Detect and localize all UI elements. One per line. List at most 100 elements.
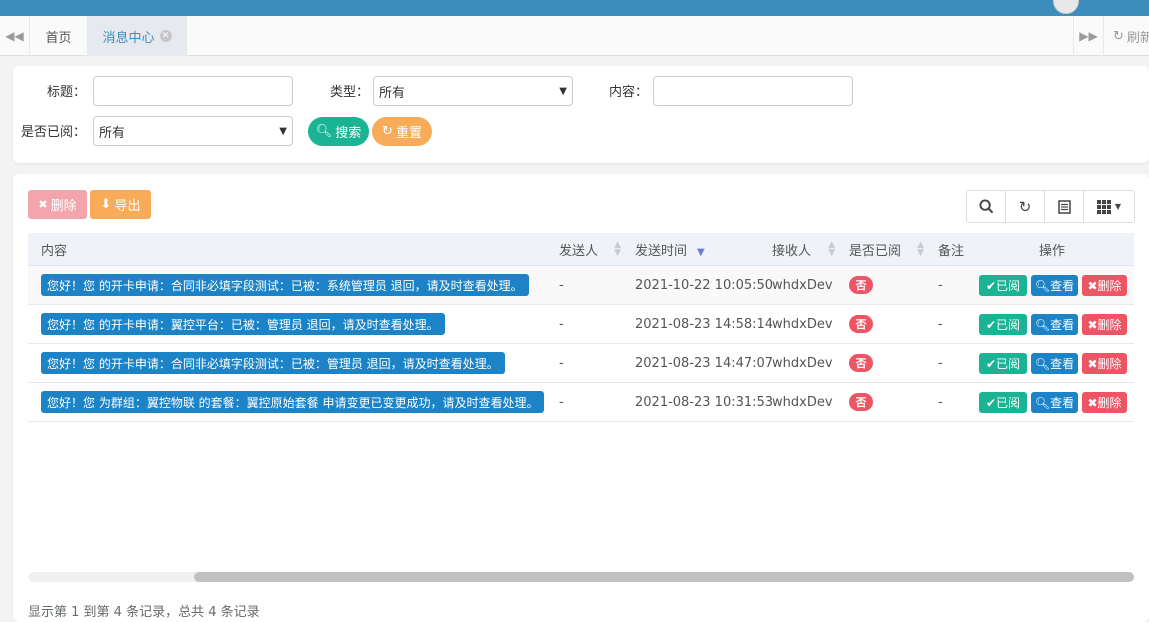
delete-button-label: 删除: [50, 199, 77, 214]
mark-read-label: 已阅: [996, 396, 1021, 410]
refresh-icon: ↻: [1113, 28, 1124, 44]
table-header: 内容 发送人 ▲ ▼ 发送时间 ▼ 接收人 ▲ ▼ 是否已阅 ▲ ▼ 备注 操作: [28, 233, 1134, 266]
table-toolbar: ↻ ▼: [966, 190, 1135, 223]
search-button-label: 搜索: [335, 126, 362, 141]
sender-cell: -: [559, 355, 564, 371]
tab-scroll-right-button[interactable]: ▶▶: [1073, 16, 1103, 56]
column-header-receiver[interactable]: 接收人 ▲ ▼: [764, 233, 841, 266]
reset-button[interactable]: ↻ 重置: [372, 117, 432, 146]
search-icon: 🔍︎: [1034, 356, 1051, 371]
sort-desc-icon: ▼: [697, 246, 705, 258]
table-search-button[interactable]: [967, 191, 1006, 222]
sender-cell: -: [559, 394, 564, 410]
delete-button[interactable]: ✖ 删除: [28, 190, 87, 219]
tab-message-center-label: 消息中心: [102, 30, 155, 46]
send-time-cell: 2021-08-23 14:47:07: [635, 355, 774, 371]
grid-icon: [1096, 199, 1111, 214]
search-icon: 🔍︎: [1034, 278, 1051, 293]
mark-read-button[interactable]: ✔ 已阅: [979, 275, 1027, 296]
mark-read-label: 已阅: [996, 357, 1021, 371]
view-button[interactable]: 🔍︎ 查看: [1031, 392, 1078, 413]
content-input[interactable]: [653, 76, 853, 106]
column-header-actions-label: 操作: [1038, 244, 1065, 259]
view-button[interactable]: 🔍︎ 查看: [1031, 275, 1078, 296]
column-header-content[interactable]: 内容: [41, 233, 541, 266]
send-time-cell: 2021-08-23 10:31:53: [635, 394, 774, 410]
mark-read-button[interactable]: ✔ 已阅: [979, 392, 1027, 413]
export-button[interactable]: ⬇ 导出: [90, 190, 151, 219]
delete-row-label: 删除: [1097, 318, 1122, 332]
table-row: 您好！您 为群组：翼控物联 的套餐：翼控原始套餐 申请变更已变更成功，请及时查看…: [28, 383, 1134, 422]
table-refresh-button[interactable]: ↻: [1006, 191, 1045, 222]
tab-home-label: 首页: [45, 30, 72, 46]
type-select[interactable]: 所有 ▼: [373, 76, 573, 106]
tab-message-center[interactable]: 消息中心 ✕: [87, 16, 187, 56]
search-icon: 🔍︎: [315, 124, 333, 139]
times-icon: ✖: [38, 198, 48, 211]
delete-row-button[interactable]: ✖ 删除: [1082, 314, 1127, 335]
delete-row-label: 删除: [1097, 396, 1122, 410]
delete-row-label: 删除: [1097, 279, 1122, 293]
sender-cell: -: [559, 316, 564, 332]
column-header-read-status[interactable]: 是否已阅 ▲ ▼: [841, 233, 930, 266]
mark-read-label: 已阅: [996, 279, 1021, 293]
column-header-sender[interactable]: 发送人 ▲ ▼: [551, 233, 627, 266]
view-button[interactable]: 🔍︎ 查看: [1031, 353, 1078, 374]
type-select-value: 所有: [379, 85, 406, 101]
message-content[interactable]: 您好！您 为群组：翼控物联 的套餐：翼控原始套餐 申请变更已变更成功，请及时查看…: [41, 391, 545, 413]
search-icon: 🔍︎: [1034, 395, 1051, 410]
close-icon[interactable]: ✕: [159, 30, 172, 42]
top-navbar: [0, 0, 1149, 16]
table-columns-button[interactable]: ▼: [1084, 191, 1134, 222]
message-content[interactable]: 您好！您 的开卡申请：合同非必填字段测试：已被：系统管理员 退回，请及时查看处理…: [41, 274, 529, 296]
delete-row-button[interactable]: ✖ 删除: [1082, 353, 1127, 374]
chevron-down-icon: ▼: [279, 125, 287, 137]
read-status-select[interactable]: 所有 ▼: [93, 116, 293, 146]
tab-home[interactable]: 首页: [30, 16, 87, 56]
download-icon: ⬇: [100, 197, 112, 212]
backward-icon: ◀◀: [5, 29, 24, 43]
table-toggle-view-button[interactable]: [1045, 191, 1084, 222]
delete-row-button[interactable]: ✖ 删除: [1082, 275, 1127, 296]
content-field-label: 内容：: [608, 85, 648, 100]
mark-read-label: 已阅: [996, 318, 1021, 332]
search-panel: 标题： 类型： 所有 ▼ 内容： 是否已阅： 所有 ▼ 🔍︎ 搜索 ↻ 重置: [13, 66, 1149, 163]
column-header-send-time[interactable]: 发送时间 ▼: [627, 233, 764, 266]
table-row: 您好！您 的开卡申请：合同非必填字段测试：已被：系统管理员 退回，请及时查看处理…: [28, 266, 1134, 305]
message-content[interactable]: 您好！您 的开卡申请：合同非必填字段测试：已被：管理员 退回，请及时查看处理。: [41, 352, 505, 374]
read-status-select-value: 所有: [99, 125, 126, 141]
read-status-badge: 否: [849, 276, 873, 294]
mark-read-button[interactable]: ✔ 已阅: [979, 353, 1027, 374]
read-status-badge: 否: [849, 393, 873, 411]
chevron-down-icon: ▼: [559, 85, 567, 97]
message-content[interactable]: 您好！您 的开卡申请：翼控平台：已被：管理员 退回，请及时查看处理。: [41, 313, 445, 335]
search-button[interactable]: 🔍︎ 搜索: [308, 117, 369, 146]
view-button[interactable]: 🔍︎ 查看: [1031, 314, 1078, 335]
table-row: 您好！您 的开卡申请：翼控平台：已被：管理员 退回，请及时查看处理。 - 202…: [28, 305, 1134, 344]
receiver-cell: whdxDev: [772, 355, 833, 371]
column-header-remark: 备注: [930, 233, 970, 266]
reset-button-label: 重置: [395, 126, 422, 141]
tab-bar: ◀◀ 首页 消息中心 ✕ ▶▶ ↻ 刷新: [0, 16, 1149, 56]
user-avatar[interactable]: [1053, 0, 1079, 14]
delete-row-label: 删除: [1097, 357, 1122, 371]
tab-refresh-button[interactable]: ↻ 刷新: [1103, 16, 1149, 56]
read-status-field-label: 是否已阅：: [20, 125, 86, 140]
column-header-receiver-label: 接收人: [772, 244, 812, 259]
title-input[interactable]: [93, 76, 293, 106]
send-time-cell: 2021-10-22 10:05:50: [635, 277, 774, 293]
sort-icon: ▲ ▼: [614, 240, 621, 258]
export-button-label: 导出: [114, 199, 141, 214]
send-time-cell: 2021-08-23 14:58:14: [635, 316, 774, 332]
remark-cell: -: [938, 277, 943, 293]
tab-scroll-left-button[interactable]: ◀◀: [0, 16, 30, 56]
scrollbar-thumb[interactable]: [194, 572, 1134, 582]
delete-row-button[interactable]: ✖ 删除: [1082, 392, 1127, 413]
view-label: 查看: [1050, 357, 1075, 371]
pagination-info: 显示第 1 到第 4 条记录，总共 4 条记录: [28, 605, 260, 620]
times-icon: ✖: [1087, 317, 1098, 332]
horizontal-scrollbar[interactable]: [28, 572, 1134, 582]
mark-read-button[interactable]: ✔ 已阅: [979, 314, 1027, 335]
times-icon: ✖: [1087, 395, 1098, 410]
check-icon: ✔: [985, 356, 997, 371]
